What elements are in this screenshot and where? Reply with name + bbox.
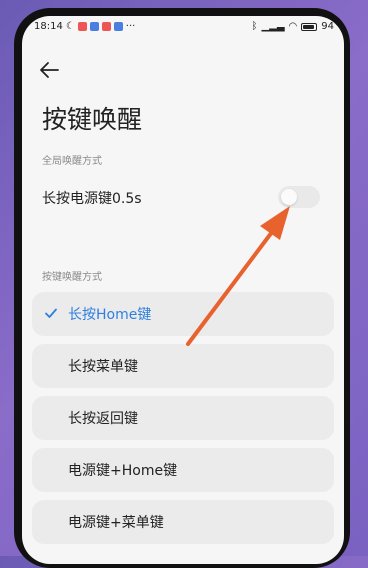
screen: 18:14 ☾ ··· ᛒ ▁▂▃ ◠ 94 按键唤醒 全局唤醒方式 长按电源键… [22, 16, 344, 564]
signal-icon: ▁▂▃ [261, 21, 285, 32]
option-power-plus-home[interactable]: 电源键+Home键 [32, 448, 334, 492]
app-notification-icon [77, 22, 87, 31]
battery-level: 94 [321, 21, 334, 32]
option-label: 电源键+Home键 [68, 463, 178, 479]
app-notification-icon [101, 22, 111, 31]
status-time: 18:14 [34, 21, 63, 32]
power-key-toggle[interactable] [278, 186, 320, 208]
wifi-icon: ◠ [288, 21, 298, 32]
page-title: 按键唤醒 [42, 105, 143, 134]
more-notifications-icon: ··· [125, 21, 136, 32]
back-arrow-icon[interactable] [38, 60, 60, 80]
battery-icon [301, 22, 318, 31]
option-long-press-menu[interactable]: 长按菜单键 [32, 344, 334, 388]
option-label: 长按菜单键 [68, 359, 138, 375]
app-notification-icon [89, 22, 99, 31]
option-long-press-home[interactable]: 长按Home键 [32, 292, 334, 336]
key-wake-section-label: 按键唤醒方式 [42, 272, 102, 283]
checkmark-icon [45, 308, 57, 318]
option-label: 长按返回键 [68, 411, 138, 427]
option-label: 电源键+菜单键 [68, 515, 164, 531]
power-key-setting-label: 长按电源键0.5s [42, 191, 142, 207]
moon-icon: ☾ [65, 21, 75, 32]
option-label: 长按Home键 [68, 307, 152, 323]
global-wake-section-label: 全局唤醒方式 [42, 156, 102, 167]
bluetooth-icon: ᛒ [251, 21, 258, 32]
option-long-press-back[interactable]: 长按返回键 [32, 396, 334, 440]
status-bar: 18:14 ☾ ··· ᛒ ▁▂▃ ◠ 94 [22, 16, 344, 38]
toggle-knob [281, 189, 297, 205]
app-notification-icon [113, 22, 123, 31]
option-power-plus-menu[interactable]: 电源键+菜单键 [32, 500, 334, 544]
